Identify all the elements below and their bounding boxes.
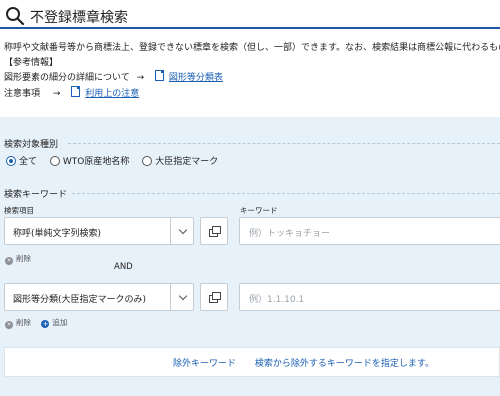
radio-selected-icon <box>6 156 16 166</box>
notes-label: 注意事項 <box>4 89 41 99</box>
keyword-input[interactable]: 例）トッキョチョー <box>239 217 500 245</box>
arrow-icon: → <box>136 73 145 83</box>
radio-minister-mark[interactable]: 大臣指定マーク <box>142 156 218 167</box>
document-icon <box>71 86 81 97</box>
usage-notes-link[interactable]: 利用上の注意 <box>85 89 139 99</box>
close-icon: × <box>5 257 13 265</box>
figure-info-row: 図形要素の細分の詳細について → 図形等分類表 <box>4 70 223 83</box>
search-item-select[interactable]: 称呼(単純文字列検索) <box>4 217 194 245</box>
keyword-section-label: 検索キーワード <box>4 190 68 200</box>
exclude-keyword-label[interactable]: 除外キーワード <box>173 359 236 369</box>
search-icon <box>6 7 25 26</box>
reference-heading: 【参考情報】 <box>4 58 59 68</box>
and-operator: AND <box>114 262 133 272</box>
figure-info-label: 図形要素の細分の詳細について <box>4 73 130 83</box>
notes-row: 注意事項 → 利用上の注意 <box>4 86 139 99</box>
exclude-keyword-hint: 検索から除外するキーワードを指定します。 <box>254 359 434 369</box>
close-icon: × <box>5 321 13 329</box>
add-button[interactable]: + 追加 <box>41 318 67 328</box>
document-icon <box>155 70 165 81</box>
arrow-icon: → <box>52 89 61 99</box>
page-description: 称呼や文献番号等から商標法上、登録できない標章を検索（但し、一部）できます。なお… <box>4 43 500 53</box>
delete-button[interactable]: × 削除 <box>5 253 31 265</box>
radio-icon <box>49 156 60 166</box>
chevron-down-icon <box>178 291 188 301</box>
divider <box>72 193 500 194</box>
search-item-header: 検索項目 <box>4 206 34 215</box>
chevron-down-icon <box>178 225 188 235</box>
keyword-input[interactable]: 例）1.1.10.1 <box>239 283 500 311</box>
copy-button[interactable] <box>200 217 228 245</box>
radio-wto[interactable]: WTO原産地名称 <box>49 156 129 167</box>
exclude-keyword-bar[interactable]: 除外キーワード 検索から除外するキーワードを指定します。 <box>4 347 500 377</box>
title-underline <box>0 27 500 29</box>
delete-button[interactable]: × 削除 <box>5 318 31 329</box>
delete-add-row: × 削除 + 追加 <box>5 317 67 329</box>
divider <box>68 143 500 144</box>
page-title: 不登録標章検索 <box>30 10 128 26</box>
plus-icon: + <box>41 320 50 328</box>
keyword-header: キーワード <box>240 206 278 215</box>
figure-classification-link[interactable]: 図形等分類表 <box>169 73 223 83</box>
radio-all[interactable]: 全て <box>6 156 37 167</box>
radio-icon <box>142 156 153 166</box>
copy-button[interactable] <box>200 283 228 311</box>
search-target-label: 検索対象種別 <box>4 140 59 150</box>
search-target-options: 全て WTO原産地名称 大臣指定マーク <box>6 154 228 167</box>
search-item-select[interactable]: 図形等分類(大臣指定マークのみ) <box>4 283 194 311</box>
